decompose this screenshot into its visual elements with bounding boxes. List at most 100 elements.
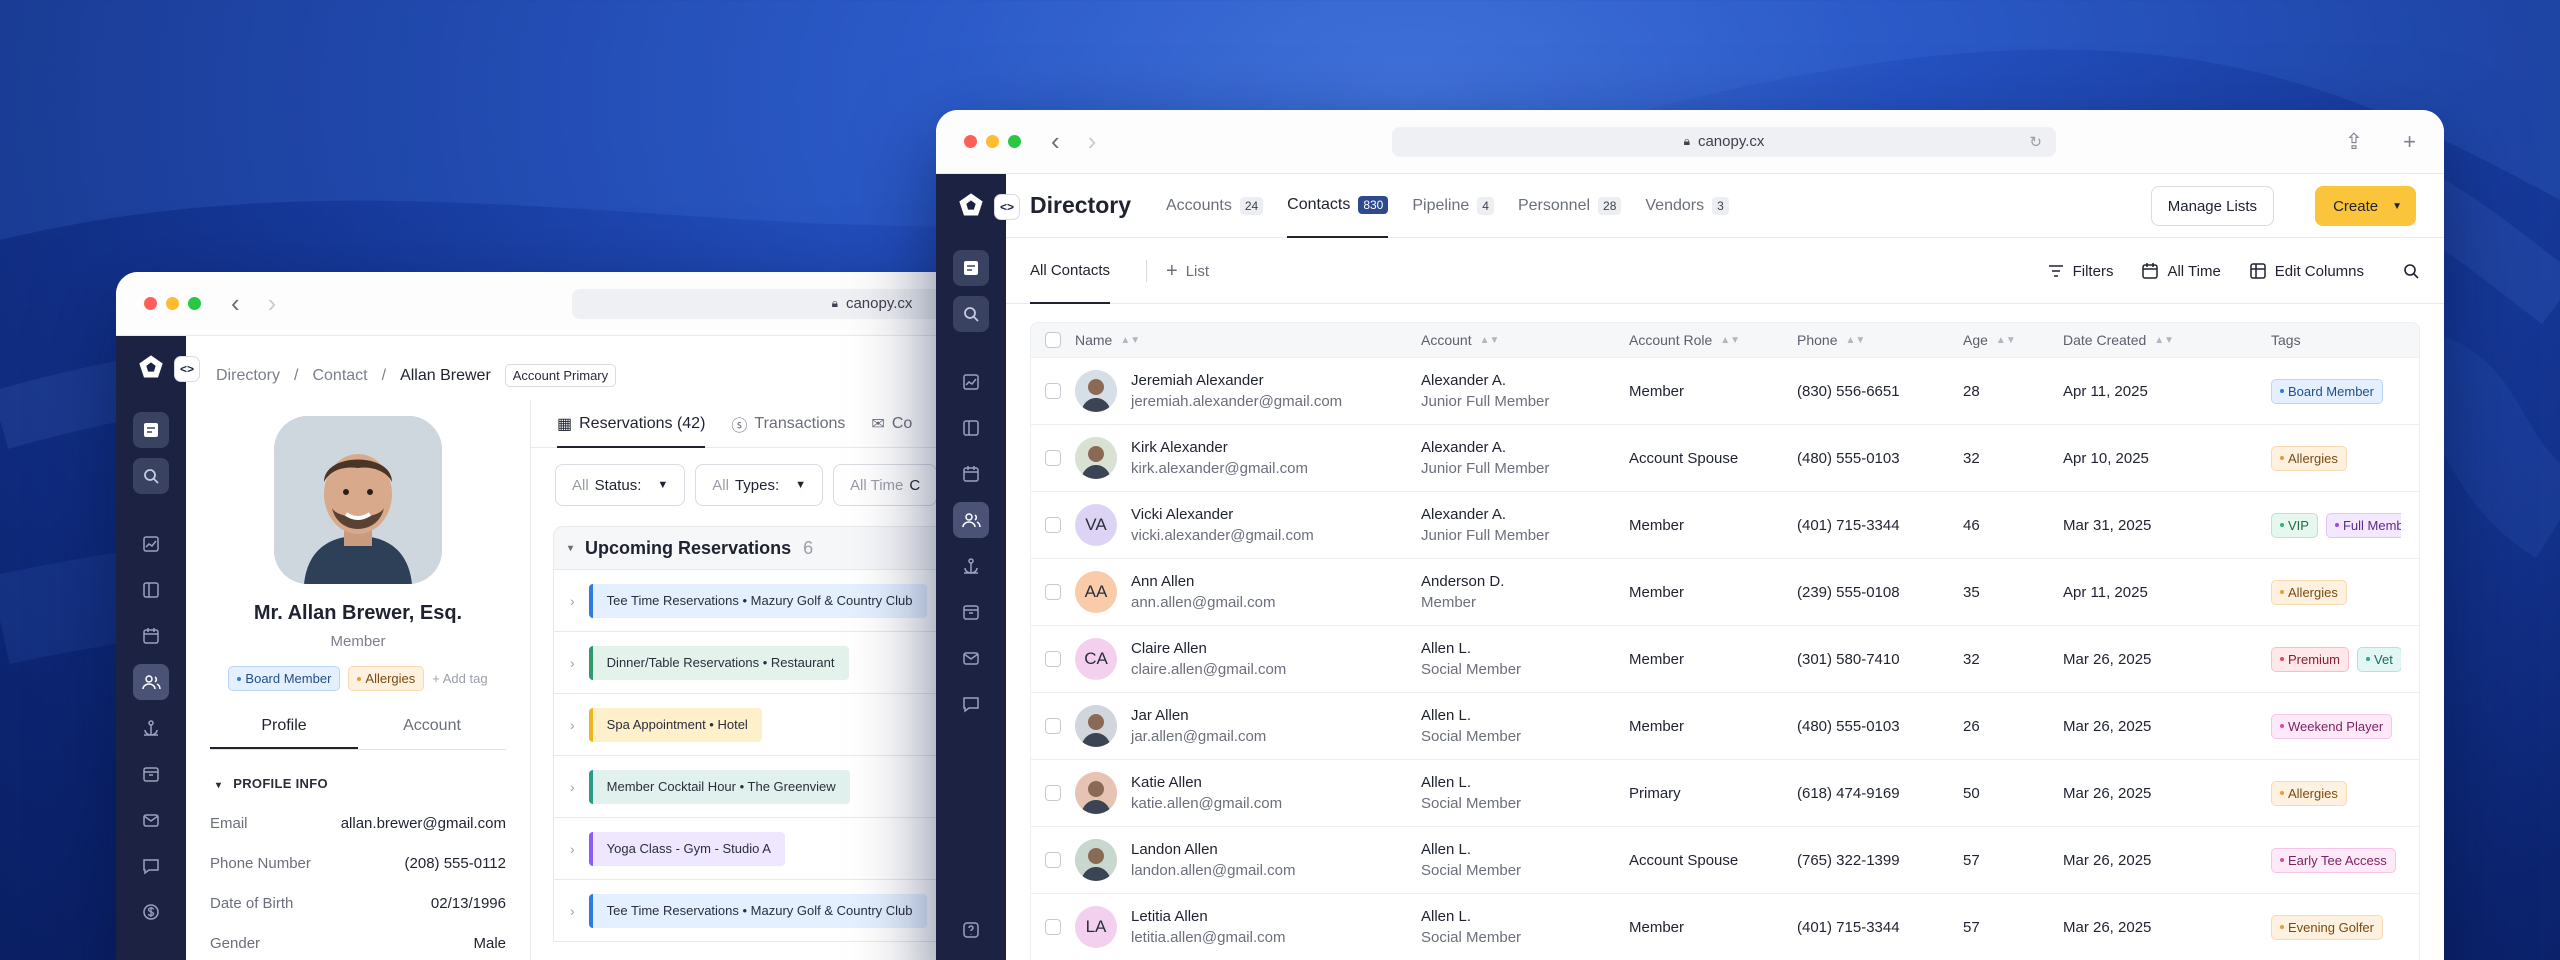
search-icon[interactable] (953, 296, 989, 332)
row-tag[interactable]: Vet (2357, 646, 2401, 672)
edit-columns-button[interactable]: Edit Columns (2249, 262, 2364, 280)
row-checkbox[interactable] (1045, 450, 1061, 466)
mail-icon[interactable] (133, 802, 169, 838)
collapse-sidebar-button[interactable]: <> (174, 356, 200, 382)
tab-reservations[interactable]: ▦ Reservations (42) (557, 400, 706, 448)
row-tag[interactable]: Early Tee Access (2271, 847, 2396, 873)
chevron-right-icon[interactable]: › (1088, 126, 1097, 157)
help-icon[interactable] (953, 912, 989, 948)
row-tag[interactable]: VIP (2271, 512, 2318, 538)
anchor-icon[interactable] (953, 548, 989, 584)
chart-icon[interactable] (953, 364, 989, 400)
plus-icon[interactable]: + (2403, 129, 2416, 155)
row-checkbox[interactable] (1045, 584, 1061, 600)
type-filter[interactable]: All Types: ▼ (695, 464, 824, 506)
contact-name[interactable]: Vicki Alexander (1131, 506, 1314, 523)
collapse-sidebar-button[interactable]: <> (994, 194, 1020, 220)
tab-personnel[interactable]: Personnel 28 (1518, 174, 1622, 238)
tab-transactions[interactable]: ⓢ Transactions (731, 412, 845, 436)
tab-accounts[interactable]: Accounts 24 (1166, 174, 1264, 238)
column-phone[interactable]: Phone ▲▼ (1797, 332, 1963, 348)
chevron-left-icon[interactable]: ‹ (1051, 126, 1060, 157)
row-tag[interactable]: Board Member (2271, 378, 2383, 404)
close-window-button[interactable] (144, 297, 157, 310)
tab-contacts[interactable]: Contacts 830 (1287, 174, 1389, 238)
chevron-left-icon[interactable]: ‹ (231, 288, 240, 319)
contact-name[interactable]: Ann Allen (1131, 573, 1275, 590)
filters-button[interactable]: Filters (2047, 262, 2113, 280)
tab-profile[interactable]: Profile (210, 717, 358, 749)
create-button[interactable]: Create ▼ (2315, 186, 2416, 226)
add-tag-button[interactable]: + Add tag (432, 671, 487, 686)
calendar-icon[interactable] (133, 618, 169, 654)
all-time-button[interactable]: All Time (2141, 262, 2221, 280)
close-window-button[interactable] (964, 135, 977, 148)
row-tag[interactable]: Allergies (2271, 445, 2347, 471)
column-account[interactable]: Account ▲▼ (1421, 332, 1629, 348)
status-filter[interactable]: All Status: ▼ (555, 464, 686, 506)
select-all-checkbox[interactable] (1045, 332, 1061, 348)
table-row[interactable]: AA Ann Allen ann.allen@gmail.com Anderson D… (1030, 559, 2420, 626)
row-checkbox[interactable] (1045, 718, 1061, 734)
table-row[interactable]: Katie Allen katie.allen@gmail.com Allen L.… (1030, 760, 2420, 827)
contact-name[interactable]: Letitia Allen (1131, 908, 1285, 925)
dashboard-icon[interactable] (133, 412, 169, 448)
row-checkbox[interactable] (1045, 651, 1061, 667)
tab-communications[interactable]: ✉ Co (871, 414, 912, 434)
anchor-icon[interactable] (133, 710, 169, 746)
tab-all-contacts[interactable]: All Contacts (1030, 238, 1111, 304)
table-row[interactable]: LA Letitia Allen letitia.allen@gmail.com Al… (1030, 894, 2420, 960)
maximize-window-button[interactable] (1008, 135, 1021, 148)
table-row[interactable]: CA Claire Allen claire.allen@gmail.com Alle… (1030, 626, 2420, 693)
account-name[interactable]: Allen L. (1421, 774, 1521, 791)
row-checkbox[interactable] (1045, 852, 1061, 868)
search-icon[interactable] (2402, 262, 2420, 280)
dashboard-icon[interactable] (953, 250, 989, 286)
time-filter[interactable]: All Time C (833, 464, 938, 506)
account-name[interactable]: Allen L. (1421, 640, 1521, 657)
row-tag[interactable]: Weekend Player (2271, 713, 2393, 739)
row-tag[interactable]: Allergies (2271, 780, 2347, 806)
archive-icon[interactable] (133, 756, 169, 792)
reload-icon[interactable]: ↻ (2029, 133, 2042, 151)
book-icon[interactable] (133, 572, 169, 608)
table-row[interactable]: Kirk Alexander kirk.alexander@gmail.com Al… (1030, 425, 2420, 492)
column-name[interactable]: Name ▲▼ (1075, 332, 1421, 348)
contact-name[interactable]: Kirk Alexander (1131, 439, 1308, 456)
table-row[interactable]: VA Vicki Alexander vicki.alexander@gmail.c… (1030, 492, 2420, 559)
account-name[interactable]: Anderson D. (1421, 573, 1504, 590)
column-account-role[interactable]: Account Role ▲▼ (1629, 332, 1797, 348)
row-checkbox[interactable] (1045, 919, 1061, 935)
tag-board-member[interactable]: Board Member (228, 666, 341, 691)
account-name[interactable]: Alexander A. (1421, 439, 1549, 456)
users-icon[interactable] (133, 664, 169, 700)
chart-icon[interactable] (133, 526, 169, 562)
table-row[interactable]: Jar Allen jar.allen@gmail.com Allen L. Soci… (1030, 693, 2420, 760)
logo-icon[interactable] (136, 352, 166, 382)
row-tag[interactable]: Allergies (2271, 579, 2347, 605)
manage-lists-button[interactable]: Manage Lists (2150, 186, 2274, 226)
profile-info-section[interactable]: ▾ PROFILE INFO (216, 776, 506, 791)
account-name[interactable]: Allen L. (1421, 841, 1521, 858)
row-checkbox[interactable] (1045, 383, 1061, 399)
chat-icon[interactable] (953, 686, 989, 722)
chat-icon[interactable] (133, 848, 169, 884)
contact-name[interactable]: Claire Allen (1131, 640, 1286, 657)
row-tag[interactable]: Premium (2271, 646, 2350, 672)
chevron-right-icon[interactable]: › (268, 288, 277, 319)
share-icon[interactable]: ⇪ (2345, 129, 2363, 155)
mail-icon[interactable] (953, 640, 989, 676)
minimize-window-button[interactable] (986, 135, 999, 148)
column-age[interactable]: Age ▲▼ (1963, 332, 2063, 348)
contact-name[interactable]: Katie Allen (1131, 774, 1282, 791)
minimize-window-button[interactable] (166, 297, 179, 310)
tab-pipeline[interactable]: Pipeline 4 (1412, 174, 1494, 238)
dollar-icon[interactable] (133, 894, 169, 930)
account-name[interactable]: Alexander A. (1421, 506, 1549, 523)
add-list-button[interactable]: + List (1166, 238, 1209, 304)
account-name[interactable]: Allen L. (1421, 707, 1521, 724)
users-icon[interactable] (953, 502, 989, 538)
contact-name[interactable]: Landon Allen (1131, 841, 1295, 858)
table-row[interactable]: Landon Allen landon.allen@gmail.com Allen … (1030, 827, 2420, 894)
contact-name[interactable]: Jar Allen (1131, 707, 1266, 724)
